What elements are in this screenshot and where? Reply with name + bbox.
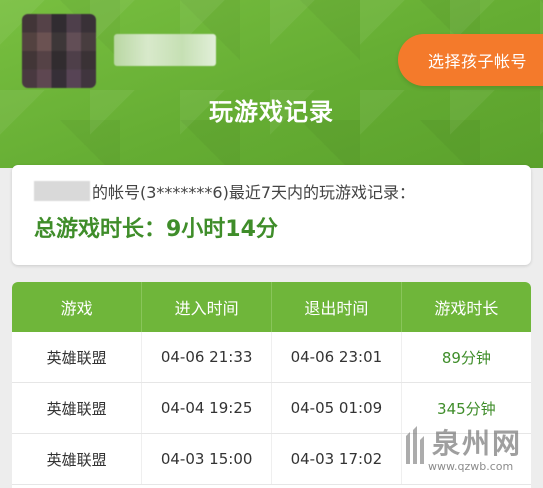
header-banner: 选择孩子帐号 玩游戏记录 xyxy=(0,0,543,168)
cell-exit-time: 04-03 17:02 xyxy=(271,433,402,485)
cell-duration: 89分钟 xyxy=(401,332,531,383)
watermark-brand: 泉州网 xyxy=(432,427,523,460)
site-watermark: 泉州网 www.qzwb.com xyxy=(398,420,538,484)
page-title: 玩游戏记录 xyxy=(209,98,334,126)
cell-game: 英雄联盟 xyxy=(12,332,143,383)
column-header-enter-time: 进入时间 xyxy=(141,282,272,332)
total-play-time: 总游戏时长：9小时14分 xyxy=(34,217,278,242)
column-header-duration: 游戏时长 xyxy=(401,282,531,332)
child-name-masked xyxy=(34,181,90,201)
cell-enter-time: 04-03 15:00 xyxy=(141,433,272,485)
cell-exit-time: 04-05 01:09 xyxy=(271,382,402,434)
table-header-row: 游戏 进入时间 退出时间 游戏时长 xyxy=(12,282,531,332)
summary-card: 的帐号(3*******6)最近7天内的玩游戏记录： 总游戏时长：9小时14分 xyxy=(12,165,531,265)
cell-exit-time: 04-06 23:01 xyxy=(271,332,402,383)
account-name-masked xyxy=(114,34,216,66)
summary-account-text: 的帐号(3*******6)最近7天内的玩游戏记录： xyxy=(92,183,416,202)
column-header-game: 游戏 xyxy=(12,282,143,332)
table-row: 英雄联盟 04-06 21:33 04-06 23:01 89分钟 xyxy=(12,332,531,383)
cell-enter-time: 04-06 21:33 xyxy=(141,332,272,383)
avatar xyxy=(22,14,96,88)
cell-enter-time: 04-04 19:25 xyxy=(141,382,272,434)
select-child-account-button[interactable]: 选择孩子帐号 xyxy=(398,34,543,86)
summary-account-line: 的帐号(3*******6)最近7天内的玩游戏记录： xyxy=(34,179,415,203)
cell-game: 英雄联盟 xyxy=(12,433,143,485)
cell-game: 英雄联盟 xyxy=(12,382,143,434)
column-header-exit-time: 退出时间 xyxy=(271,282,402,332)
watermark-url: www.qzwb.com xyxy=(428,460,514,473)
watermark-logo-icon xyxy=(406,426,424,464)
